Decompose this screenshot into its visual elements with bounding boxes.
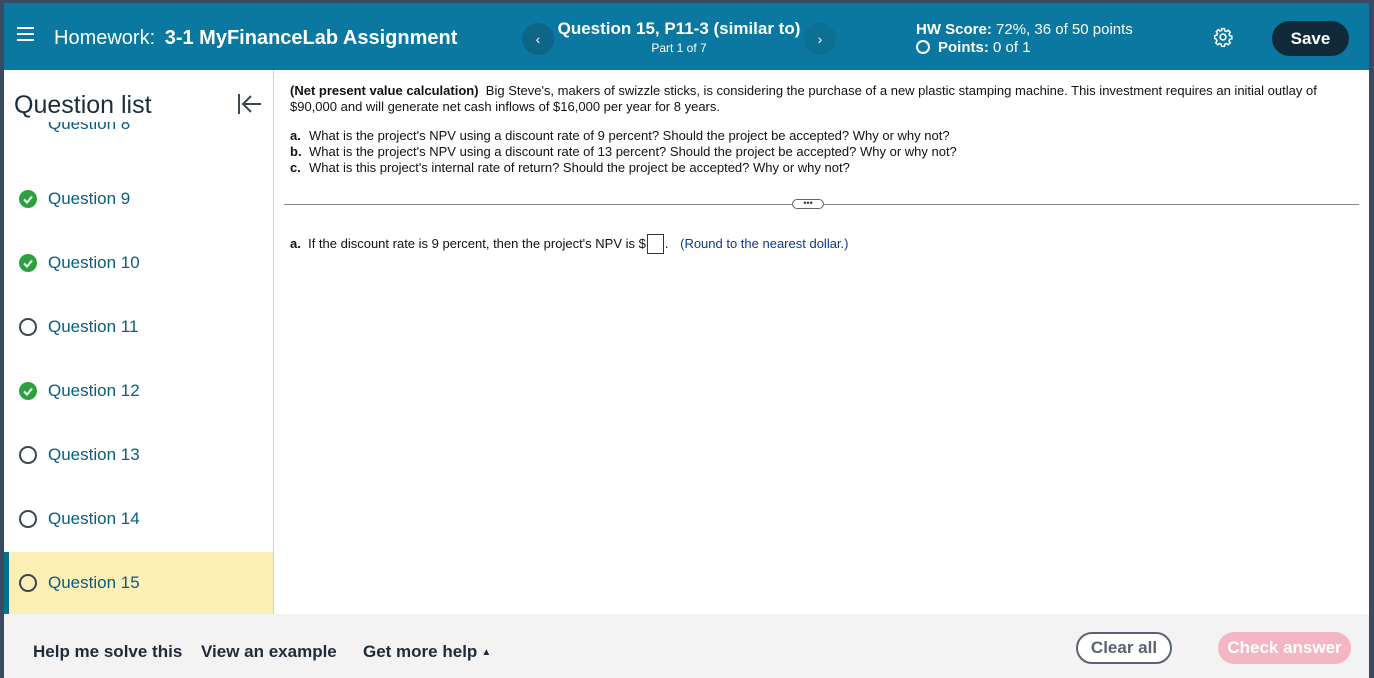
part-letter: b. <box>290 144 302 159</box>
check-answer-button[interactable]: Check answer <box>1218 632 1351 664</box>
hw-score: HW Score: 72%, 36 of 50 points <box>916 21 1133 38</box>
question-label: Question 14 <box>48 509 140 528</box>
part-letter: a. <box>290 128 301 143</box>
footer-bar: Help me solve this View an example Get m… <box>4 614 1369 678</box>
question-label: Question 13 <box>48 445 140 464</box>
points-label: Points: <box>938 39 989 56</box>
hw-score-value: 72%, 36 of 50 points <box>996 21 1133 38</box>
npv-answer-input[interactable] <box>646 234 664 254</box>
question-list-item-9[interactable]: Question 9 <box>4 168 273 232</box>
circle-icon <box>19 446 37 464</box>
view-example-button[interactable]: View an example <box>201 642 337 662</box>
question-list-item-15[interactable]: Question 15 <box>4 552 273 614</box>
problem-statement: (Net present value calculation) Big Stev… <box>290 83 1340 115</box>
question-list-item-14[interactable]: Question 14 <box>4 488 273 552</box>
answer-period: . <box>664 236 669 251</box>
get-more-help-button[interactable]: Get more help ▲ <box>363 642 491 662</box>
question-list-item-13[interactable]: Question 13 <box>4 424 273 488</box>
circle-icon <box>19 510 37 528</box>
get-more-help-label: Get more help <box>363 642 478 661</box>
assignment-name: 3-1 MyFinanceLab Assignment <box>164 27 458 49</box>
hw-score-label: HW Score: <box>916 21 992 38</box>
question-list-item-8[interactable]: Question 8 <box>4 122 273 144</box>
circle-icon <box>19 318 37 336</box>
clear-all-button[interactable]: Clear all <box>1076 632 1172 664</box>
circle-icon <box>19 574 37 592</box>
header-bar: Homework: 3-1 MyFinanceLab Assignment ‹ … <box>4 3 1369 70</box>
check-icon <box>19 254 37 272</box>
problem-part-c: c. What is this project's internal rate o… <box>290 160 957 176</box>
gear-icon[interactable] <box>1213 27 1233 47</box>
question-label: Question 9 <box>48 189 131 208</box>
question-content: (Net present value calculation) Big Stev… <box>274 70 1369 614</box>
points: Points: 0 of 1 <box>916 39 1031 56</box>
part-text: What is this project's internal rate of … <box>309 160 850 175</box>
question-list-item-10[interactable]: Question 10 <box>4 232 273 296</box>
question-list-sidebar: Question 8 Question 9 Question 10 Questi… <box>4 70 274 614</box>
question-list-item-11[interactable]: Question 11 <box>4 296 273 360</box>
collapse-sidebar-icon[interactable] <box>237 92 263 116</box>
answer-text: If the discount rate is 9 percent, then … <box>308 236 646 251</box>
app-window: Homework: 3-1 MyFinanceLab Assignment ‹ … <box>4 3 1369 678</box>
help-me-solve-button[interactable]: Help me solve this <box>33 642 182 662</box>
part-label: Part 1 of 7 <box>651 41 707 55</box>
problem-part-a: a. What is the project's NPV using a disc… <box>290 128 957 144</box>
save-button[interactable]: Save <box>1272 21 1349 56</box>
check-icon <box>19 190 37 208</box>
part-text: What is the project's NPV using a discou… <box>309 128 950 143</box>
question-label: Question 8 <box>48 122 131 133</box>
part-text: What is the project's NPV using a discou… <box>309 144 957 159</box>
question-list-item-12[interactable]: Question 12 <box>4 360 273 424</box>
question-label: Question 10 <box>48 253 140 272</box>
points-status-icon <box>916 40 930 54</box>
answer-prompt: a. If the discount rate is 9 percent, th… <box>290 234 849 254</box>
homework-prefix: Homework: <box>54 27 156 49</box>
sidebar-title: Question list <box>14 91 152 119</box>
caret-up-icon: ▲ <box>481 647 492 658</box>
rounding-note: (Round to the nearest dollar.) <box>680 236 849 251</box>
next-question-button[interactable]: › <box>804 23 836 55</box>
divider-handle[interactable]: ••• <box>792 199 824 209</box>
menu-icon[interactable] <box>17 27 34 41</box>
problem-heading: (Net present value calculation) <box>290 83 479 98</box>
points-value: 0 of 1 <box>993 39 1031 56</box>
sidebar-header: Question list <box>4 70 273 122</box>
question-label: Question 12 <box>48 381 140 400</box>
check-icon <box>19 382 37 400</box>
question-label: Question 11 <box>48 317 139 336</box>
problem-parts: a. What is the project's NPV using a disc… <box>290 128 957 176</box>
answer-letter: a. <box>290 236 301 251</box>
homework-title: Homework: 3-1 MyFinanceLab Assignment <box>54 27 457 50</box>
question-title: Question 15, P11-3 (similar to) <box>557 19 801 38</box>
problem-part-b: b. What is the project's NPV using a disc… <box>290 144 957 160</box>
question-label: Question 15 <box>48 573 140 592</box>
part-letter: c. <box>290 160 301 175</box>
